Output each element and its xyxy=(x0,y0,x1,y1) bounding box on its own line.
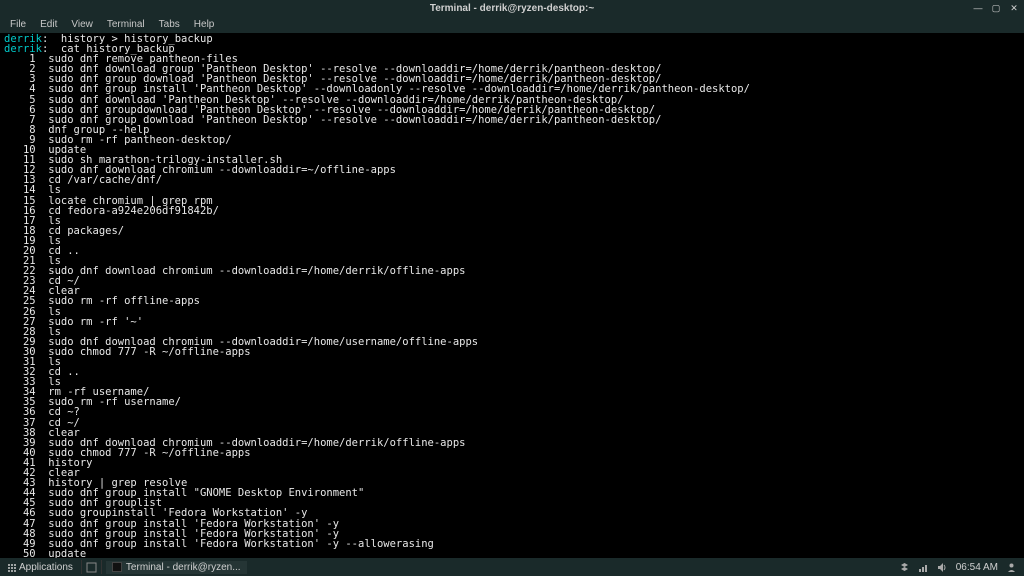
volume-icon[interactable] xyxy=(937,562,948,573)
menu-help[interactable]: Help xyxy=(188,18,221,31)
menu-file[interactable]: File xyxy=(4,18,32,31)
menu-terminal[interactable]: Terminal xyxy=(101,18,151,31)
terminal-icon xyxy=(112,562,122,572)
show-desktop-button[interactable] xyxy=(86,562,97,573)
taskbar: Applications Terminal - derrik@ryzen... … xyxy=(0,558,1024,576)
minimize-button[interactable]: — xyxy=(972,2,984,14)
applications-menu-button[interactable]: Applications xyxy=(3,561,77,574)
dropbox-icon[interactable] xyxy=(899,562,910,573)
menu-edit[interactable]: Edit xyxy=(34,18,63,31)
titlebar[interactable]: Terminal - derrik@ryzen-desktop:~ — ▢ ✕ xyxy=(0,0,1024,16)
terminal-output[interactable]: derrik: history > history_backupderrik: … xyxy=(0,33,1024,558)
network-icon[interactable] xyxy=(918,562,929,573)
applications-label: Applications xyxy=(19,562,73,573)
menubar: File Edit View Terminal Tabs Help xyxy=(0,16,1024,33)
taskbar-separator xyxy=(81,560,82,574)
taskbar-item-label: Terminal - derrik@ryzen... xyxy=(126,562,241,573)
taskbar-item-terminal[interactable]: Terminal - derrik@ryzen... xyxy=(106,561,247,574)
menu-tabs[interactable]: Tabs xyxy=(153,18,186,31)
clock[interactable]: 06:54 AM xyxy=(956,562,998,573)
user-menu-icon[interactable] xyxy=(1006,562,1017,573)
menu-view[interactable]: View xyxy=(65,18,99,31)
window-controls: — ▢ ✕ xyxy=(972,2,1020,14)
close-button[interactable]: ✕ xyxy=(1008,2,1020,14)
system-tray: 06:54 AM xyxy=(899,562,1021,573)
taskbar-separator xyxy=(101,560,102,574)
window-title: Terminal - derrik@ryzen-desktop:~ xyxy=(0,3,1024,14)
applications-grid-icon xyxy=(7,563,16,572)
terminal-window: Terminal - derrik@ryzen-desktop:~ — ▢ ✕ … xyxy=(0,0,1024,576)
maximize-button[interactable]: ▢ xyxy=(990,2,1002,14)
